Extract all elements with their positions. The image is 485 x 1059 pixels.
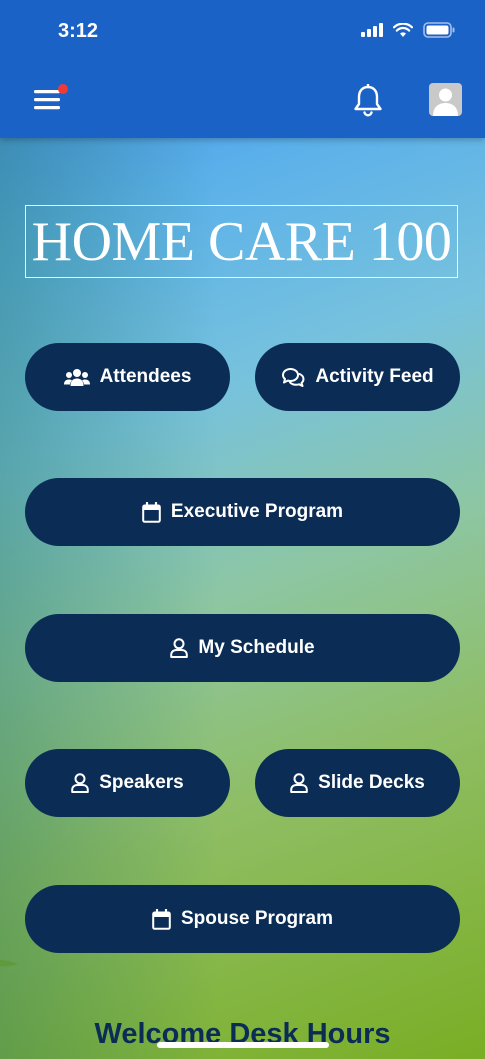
activity-feed-button[interactable]: Activity Feed	[255, 343, 460, 411]
battery-icon	[423, 22, 455, 38]
my-schedule-button[interactable]: My Schedule	[25, 614, 460, 682]
my-schedule-label: My Schedule	[198, 637, 315, 658]
event-logo: HOME CARE 100	[25, 205, 458, 278]
spouse-program-button[interactable]: Spouse Program	[25, 885, 460, 953]
calendar-icon	[152, 908, 171, 930]
slide-decks-label: Slide Decks	[318, 772, 425, 793]
attendees-label: Attendees	[99, 366, 192, 387]
users-icon	[63, 369, 90, 386]
spouse-program-label: Spouse Program	[180, 908, 334, 929]
bell-icon	[354, 83, 382, 117]
app-header: 3:12	[0, 0, 485, 138]
status-time: 3:12	[58, 20, 99, 42]
profile-avatar-button[interactable]	[429, 83, 462, 116]
user-icon	[170, 638, 189, 658]
executive-program-button[interactable]: Executive Program	[25, 478, 460, 546]
hamburger-menu-button[interactable]	[34, 84, 68, 112]
executive-program-label: Executive Program	[170, 501, 344, 522]
notification-badge	[58, 84, 68, 94]
chat-bubbles-icon	[282, 368, 305, 387]
attendees-button[interactable]: Attendees	[25, 343, 230, 411]
calendar-icon	[142, 501, 161, 523]
notifications-button[interactable]	[352, 83, 384, 118]
user-icon	[71, 773, 90, 793]
home-indicator[interactable]	[157, 1042, 329, 1048]
status-icons	[361, 22, 455, 38]
wifi-icon	[393, 22, 413, 37]
slide-decks-button[interactable]: Slide Decks	[255, 749, 460, 817]
speakers-button[interactable]: Speakers	[25, 749, 230, 817]
user-icon	[290, 773, 308, 793]
decorative-leaf	[0, 960, 18, 967]
activity-feed-label: Activity Feed	[315, 366, 434, 387]
cellular-signal-icon	[361, 23, 383, 37]
speakers-label: Speakers	[99, 772, 184, 793]
user-avatar-icon	[433, 88, 458, 116]
